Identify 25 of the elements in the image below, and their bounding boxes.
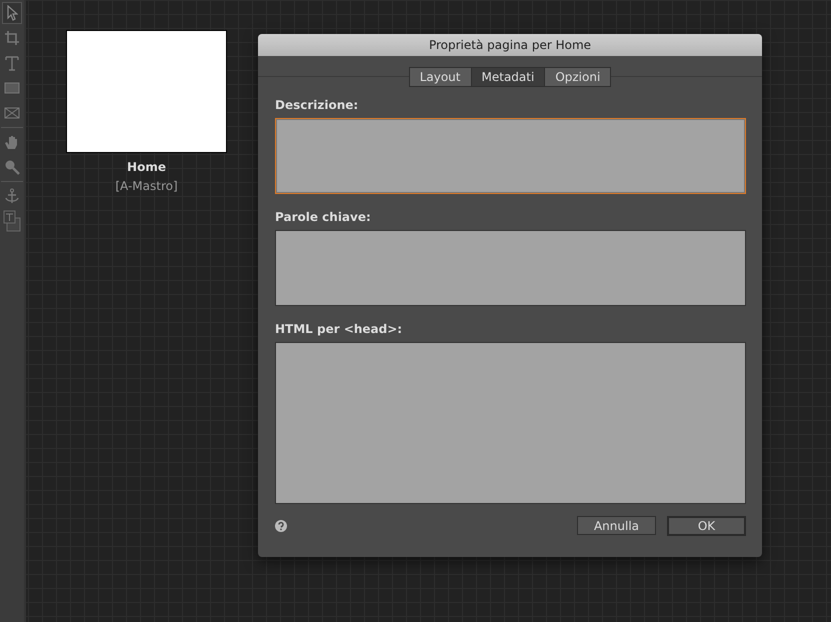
tab[interactable]: Opzioni: [545, 68, 610, 86]
rectangle-icon: [4, 82, 20, 94]
magnifier-icon: [4, 159, 20, 175]
hand-icon: [4, 134, 20, 150]
dialog-button[interactable]: OK: [667, 516, 746, 536]
master-label: [A-Mastro]: [115, 179, 178, 193]
field-label: Descrizione:: [275, 98, 360, 112]
arrow-pointer-icon: [6, 5, 18, 21]
text-area[interactable]: [275, 230, 746, 306]
dialog-button[interactable]: Annulla: [577, 516, 656, 535]
tool-button[interactable]: [2, 210, 22, 232]
field-label: Parole chiave:: [275, 210, 372, 224]
help-icon[interactable]: [275, 520, 287, 532]
page-thumbnail[interactable]: [66, 30, 227, 153]
type-tool-icon: [5, 55, 19, 71]
tab[interactable]: Layout: [410, 68, 472, 86]
tool-button[interactable]: [2, 2, 22, 24]
crop-icon: [4, 30, 20, 46]
dialog-title: Proprietà pagina per Home: [258, 34, 762, 56]
tab[interactable]: Metadati: [472, 68, 546, 86]
anchor-icon: [5, 188, 19, 204]
text-frame-icon: [3, 210, 21, 232]
frame-icon: [4, 107, 20, 119]
field-label: HTML per <head>:: [275, 322, 404, 336]
page-name: Home: [127, 160, 166, 174]
